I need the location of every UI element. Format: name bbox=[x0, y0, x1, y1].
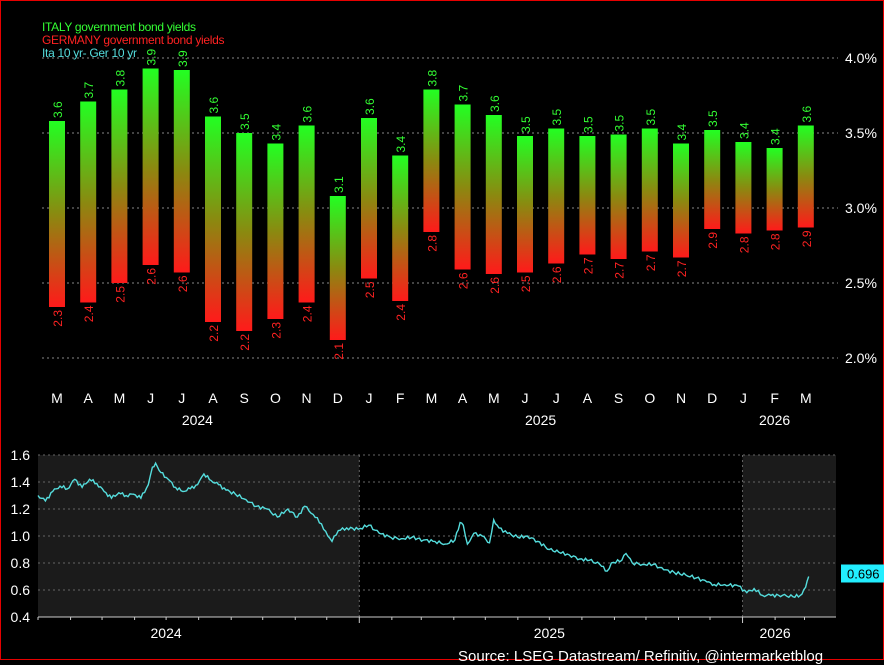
y-tick-label: 1.6 bbox=[11, 447, 31, 463]
year-label: 2026 bbox=[760, 625, 791, 641]
year-label: 2025 bbox=[534, 625, 565, 641]
y-tick-label: 0.4 bbox=[11, 609, 31, 625]
y-tick-label: 1.0 bbox=[11, 528, 31, 544]
spread-line-chart: 0.4 0.6 0.8 1.0 1.2 1.4 1.6 2024 2025 2026 0.696 bbox=[11, 447, 884, 641]
year-label: 2024 bbox=[151, 625, 182, 641]
legend-spread: Ita 10 yr- Ger 10 yr bbox=[42, 46, 137, 60]
y-tick-label: 0.6 bbox=[11, 582, 31, 598]
last-value-label: 0.696 bbox=[847, 567, 880, 582]
y-tick-label: 0.8 bbox=[11, 555, 31, 571]
y-tick-label: 1.4 bbox=[11, 474, 31, 490]
y-tick-label: 1.2 bbox=[11, 501, 31, 517]
source-note: Source: LSEG Datastream/ Refinitiv, @int… bbox=[458, 648, 824, 665]
